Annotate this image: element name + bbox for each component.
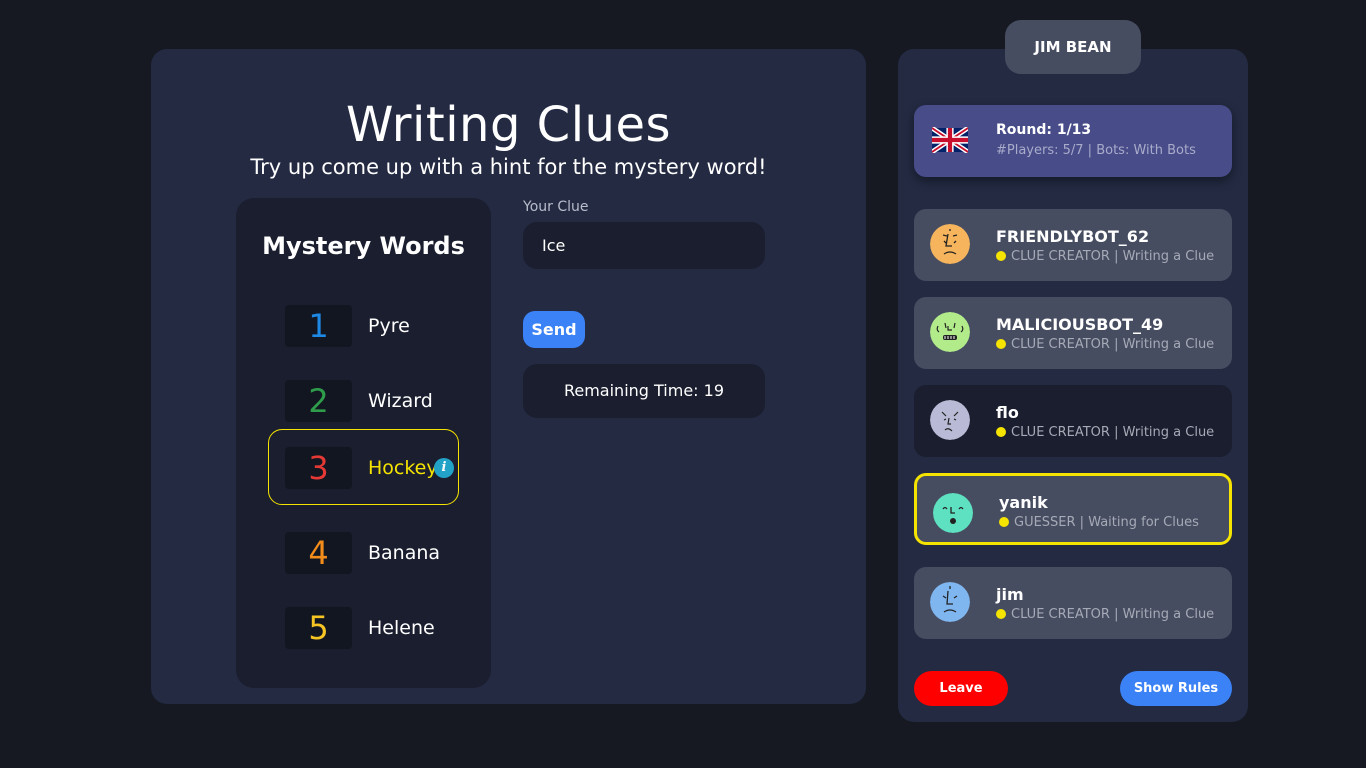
page-title: Writing Clues [346, 97, 671, 153]
round-details: #Players: 5/7 | Bots: With Bots [996, 143, 1196, 158]
word-number: 4 [285, 532, 352, 574]
word-number: 5 [285, 607, 352, 649]
player-card: jim CLUE CREATOR | Writing a Clue [914, 567, 1232, 639]
mystery-word-item-selected[interactable]: 3 Hockey i [268, 429, 459, 505]
sidebar: Round: 1/13 #Players: 5/7 | Bots: With B… [898, 49, 1248, 722]
player-card-active: yanik GUESSER | Waiting for Clues [914, 473, 1232, 545]
word-number: 1 [285, 305, 352, 347]
page-subtitle: Try up come up with a hint for the myste… [250, 155, 767, 179]
show-rules-button[interactable]: Show Rules [1120, 671, 1232, 706]
word-number: 2 [285, 380, 352, 422]
player-avatar [933, 493, 973, 533]
info-icon[interactable]: i [434, 458, 454, 478]
player-status-text: CLUE CREATOR | Writing a Clue [1011, 249, 1215, 264]
player-status: CLUE CREATOR | Writing a Clue [996, 337, 1214, 352]
player-status-text: CLUE CREATOR | Writing a Clue [1011, 425, 1215, 440]
status-dot [996, 339, 1006, 349]
player-card: flo CLUE CREATOR | Writing a Clue [914, 385, 1232, 457]
send-button[interactable]: Send [523, 311, 585, 348]
mystery-word-item[interactable]: 5 Helene [268, 589, 459, 665]
mystery-words-box: Mystery Words 1 Pyre 2 Wizard 3 Hockey i… [236, 198, 491, 688]
round-title: Round: 1/13 [996, 122, 1092, 138]
player-card: FRIENDLYBOT_62 CLUE CREATOR | Writing a … [914, 209, 1232, 281]
status-dot [999, 517, 1009, 527]
clue-label: Your Clue [523, 199, 589, 215]
player-card: MALICIOUSBOT_49 CLUE CREATOR | Writing a… [914, 297, 1232, 369]
writing-clues-panel: Writing Clues Try up come up with a hint… [151, 49, 866, 704]
status-dot [996, 427, 1006, 437]
mystery-word-item[interactable]: 4 Banana [268, 514, 459, 590]
word-label: Helene [368, 617, 435, 639]
uk-flag-icon [932, 127, 968, 153]
leave-button[interactable]: Leave [914, 671, 1008, 706]
word-number: 3 [285, 447, 352, 489]
player-status-text: CLUE CREATOR | Writing a Clue [1011, 607, 1215, 622]
player-name: flo [996, 403, 1019, 422]
player-name: FRIENDLYBOT_62 [996, 227, 1150, 246]
word-label: Banana [368, 542, 441, 564]
player-status: CLUE CREATOR | Writing a Clue [996, 249, 1214, 264]
player-status: GUESSER | Waiting for Clues [999, 515, 1199, 530]
word-label: Pyre [368, 315, 410, 337]
player-name: MALICIOUSBOT_49 [996, 315, 1164, 334]
word-label: Hockey [368, 457, 438, 479]
remaining-time-text: Remaining Time: 19 [563, 381, 725, 400]
player-status-text: CLUE CREATOR | Writing a Clue [1011, 337, 1215, 352]
status-dot [996, 609, 1006, 619]
player-avatar [930, 224, 970, 264]
mystery-words-title: Mystery Words [262, 232, 465, 260]
player-status-text: GUESSER | Waiting for Clues [1014, 515, 1199, 530]
player-avatar [930, 312, 970, 352]
player-name: yanik [999, 493, 1048, 512]
player-avatar [930, 582, 970, 622]
mystery-word-item[interactable]: 2 Wizard [268, 362, 459, 438]
remaining-time: Remaining Time: 19 [523, 364, 765, 418]
clue-input[interactable] [523, 222, 765, 269]
player-name: jim [996, 585, 1024, 604]
username-badge: JIM BEAN [1005, 20, 1141, 74]
round-info-card: Round: 1/13 #Players: 5/7 | Bots: With B… [914, 105, 1232, 177]
status-dot [996, 251, 1006, 261]
mystery-word-item[interactable]: 1 Pyre [268, 287, 459, 363]
player-status: CLUE CREATOR | Writing a Clue [996, 425, 1214, 440]
word-label: Wizard [368, 390, 433, 412]
player-status: CLUE CREATOR | Writing a Clue [996, 607, 1214, 622]
player-avatar [930, 400, 970, 440]
